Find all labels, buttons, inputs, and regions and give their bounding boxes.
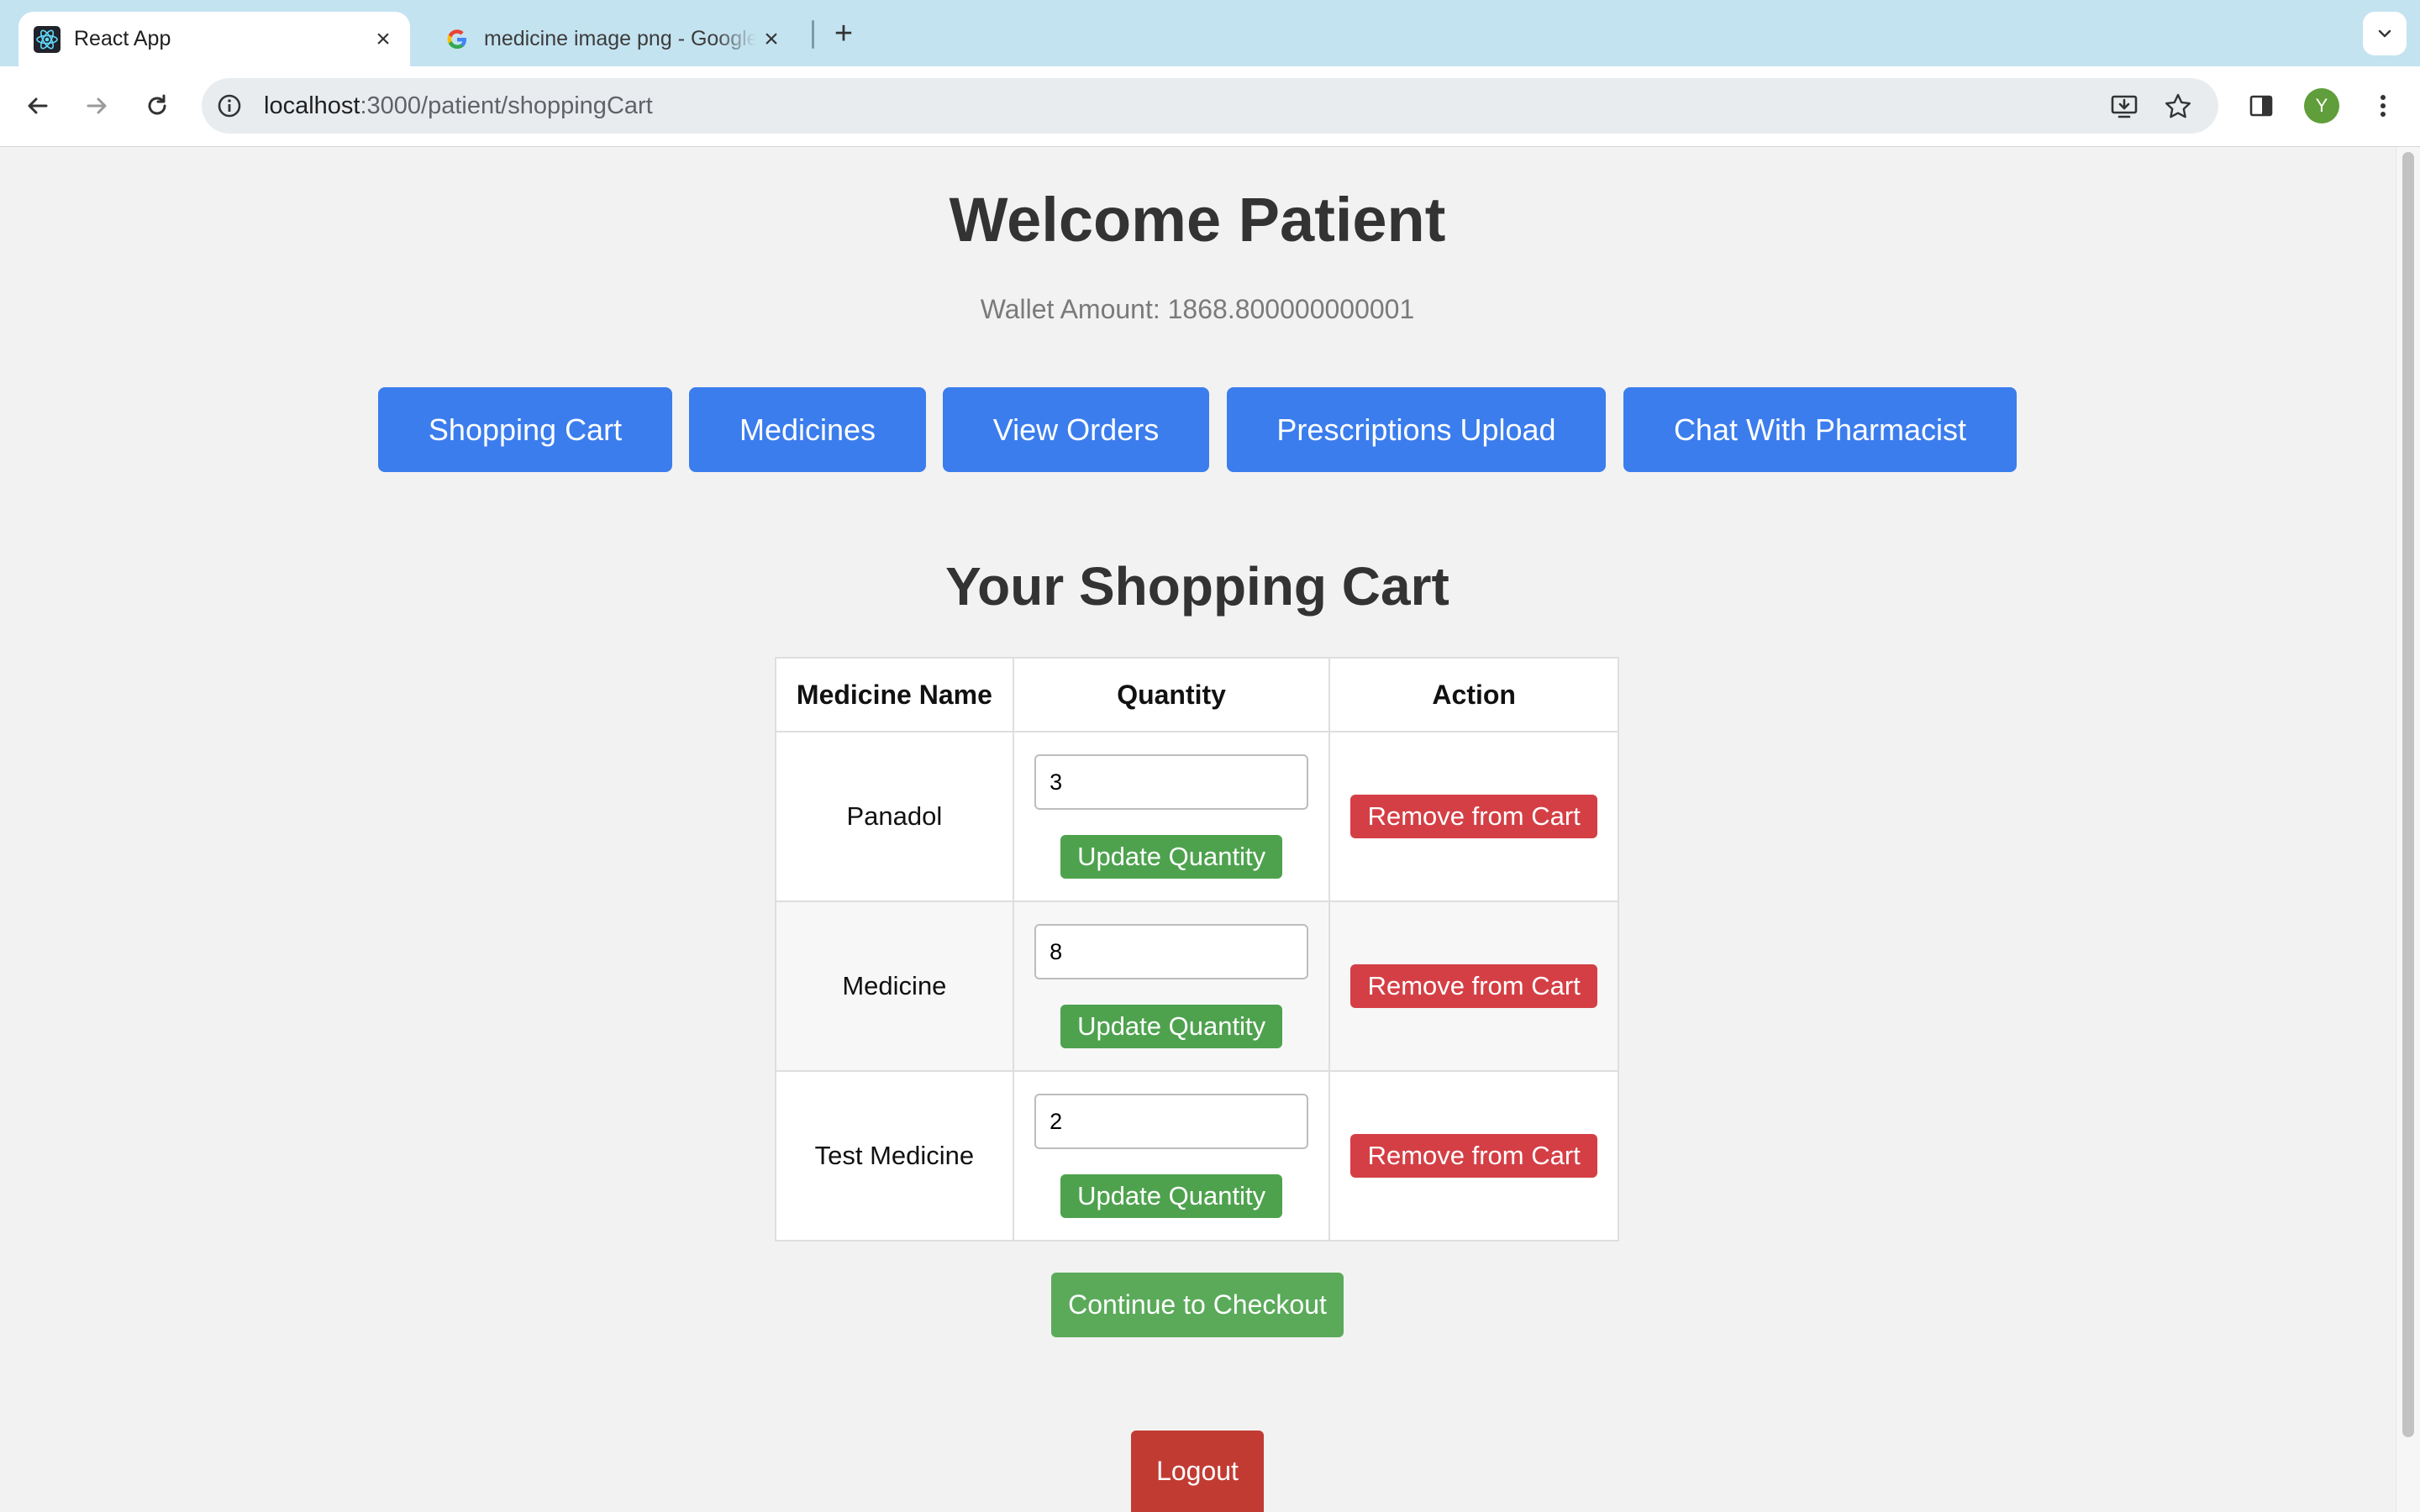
prescriptions-upload-button[interactable]: Prescriptions Upload [1227,387,1606,472]
install-app-icon[interactable] [2107,90,2141,123]
table-header-row: Medicine Name Quantity Action [775,657,1619,732]
column-header-quantity: Quantity [1012,657,1331,732]
column-header-medicine-name: Medicine Name [775,657,1014,732]
tab-react-app[interactable]: React App × [18,12,410,66]
medicine-name: Medicine [775,900,1014,1072]
action-cell: Remove from Cart [1328,1070,1619,1242]
url-path: :3000/patient/shoppingCart [360,92,653,119]
close-tab-icon[interactable]: × [368,24,398,55]
new-tab-plus-icon[interactable]: + [827,16,860,51]
forward-arrow-icon[interactable] [76,85,118,127]
browser-toolbar: localhost:3000/patient/shoppingCart Y [0,66,2420,147]
action-cell: Remove from Cart [1328,731,1619,902]
chat-with-pharmacist-button[interactable]: Chat With Pharmacist [1623,387,2017,472]
quantity-cell: Update Quantity [1012,731,1331,902]
back-arrow-icon[interactable] [17,85,59,127]
quantity-input[interactable] [1034,1094,1309,1149]
cart-table: Medicine Name Quantity Action Panadol Up… [775,657,1619,1242]
tab-separator [812,20,814,49]
quantity-input[interactable] [1034,754,1309,810]
site-info-icon[interactable] [213,90,245,122]
react-logo-icon [34,25,60,53]
url-host: localhost [264,92,360,119]
table-row: Medicine Update Quantity Remove from Car… [775,900,1619,1072]
medicines-button[interactable]: Medicines [689,387,926,472]
medicine-name: Test Medicine [775,1070,1014,1242]
tab-google-search[interactable]: medicine image png - Google × [429,12,798,66]
page-viewport: Welcome Patient Wallet Amount: 1868.8000… [0,147,2420,1512]
table-row: Test Medicine Update Quantity Remove fro… [775,1070,1619,1242]
tab-strip: React App × medicine image png - Google … [0,0,2420,66]
update-quantity-button[interactable]: Update Quantity [1060,835,1283,879]
tab-search-chevron-icon[interactable] [2363,12,2407,55]
logout-button[interactable]: Logout [1131,1431,1264,1512]
update-quantity-button[interactable]: Update Quantity [1060,1005,1283,1048]
wallet-amount: Wallet Amount: 1868.800000000001 [980,294,1415,324]
page-scrollbar[interactable] [2396,147,2420,1512]
medicine-name: Panadol [775,731,1014,902]
shopping-cart-button[interactable]: Shopping Cart [378,387,672,472]
continue-to-checkout-button[interactable]: Continue to Checkout [1051,1273,1344,1337]
google-logo-icon [444,26,471,53]
profile-avatar[interactable]: Y [2304,88,2339,123]
cart-title: Your Shopping Cart [945,556,1449,617]
view-orders-button[interactable]: View Orders [943,387,1209,472]
column-header-action: Action [1328,657,1619,732]
quantity-cell: Update Quantity [1012,1070,1331,1242]
action-cell: Remove from Cart [1328,900,1619,1072]
remove-from-cart-button[interactable]: Remove from Cart [1350,964,1598,1008]
quantity-input[interactable] [1034,924,1309,979]
page-title: Welcome Patient [949,185,1446,255]
remove-from-cart-button[interactable]: Remove from Cart [1350,1134,1598,1178]
scrollbar-thumb[interactable] [2402,152,2414,1437]
table-row: Panadol Update Quantity Remove from Cart [775,731,1619,902]
url-text: localhost:3000/patient/shoppingCart [264,92,653,120]
remove-from-cart-button[interactable]: Remove from Cart [1350,795,1598,838]
close-tab-icon[interactable]: × [756,24,786,55]
tab-title: React App [74,27,171,50]
quantity-cell: Update Quantity [1012,900,1331,1072]
side-panel-icon[interactable] [2240,85,2282,127]
bookmark-star-icon[interactable] [2161,90,2195,123]
address-bar[interactable]: localhost:3000/patient/shoppingCart [202,78,2218,134]
tab-title: medicine image png - Google [484,27,756,50]
update-quantity-button[interactable]: Update Quantity [1060,1174,1283,1218]
more-menu-icon[interactable] [2362,85,2404,127]
reload-icon[interactable] [136,85,178,127]
